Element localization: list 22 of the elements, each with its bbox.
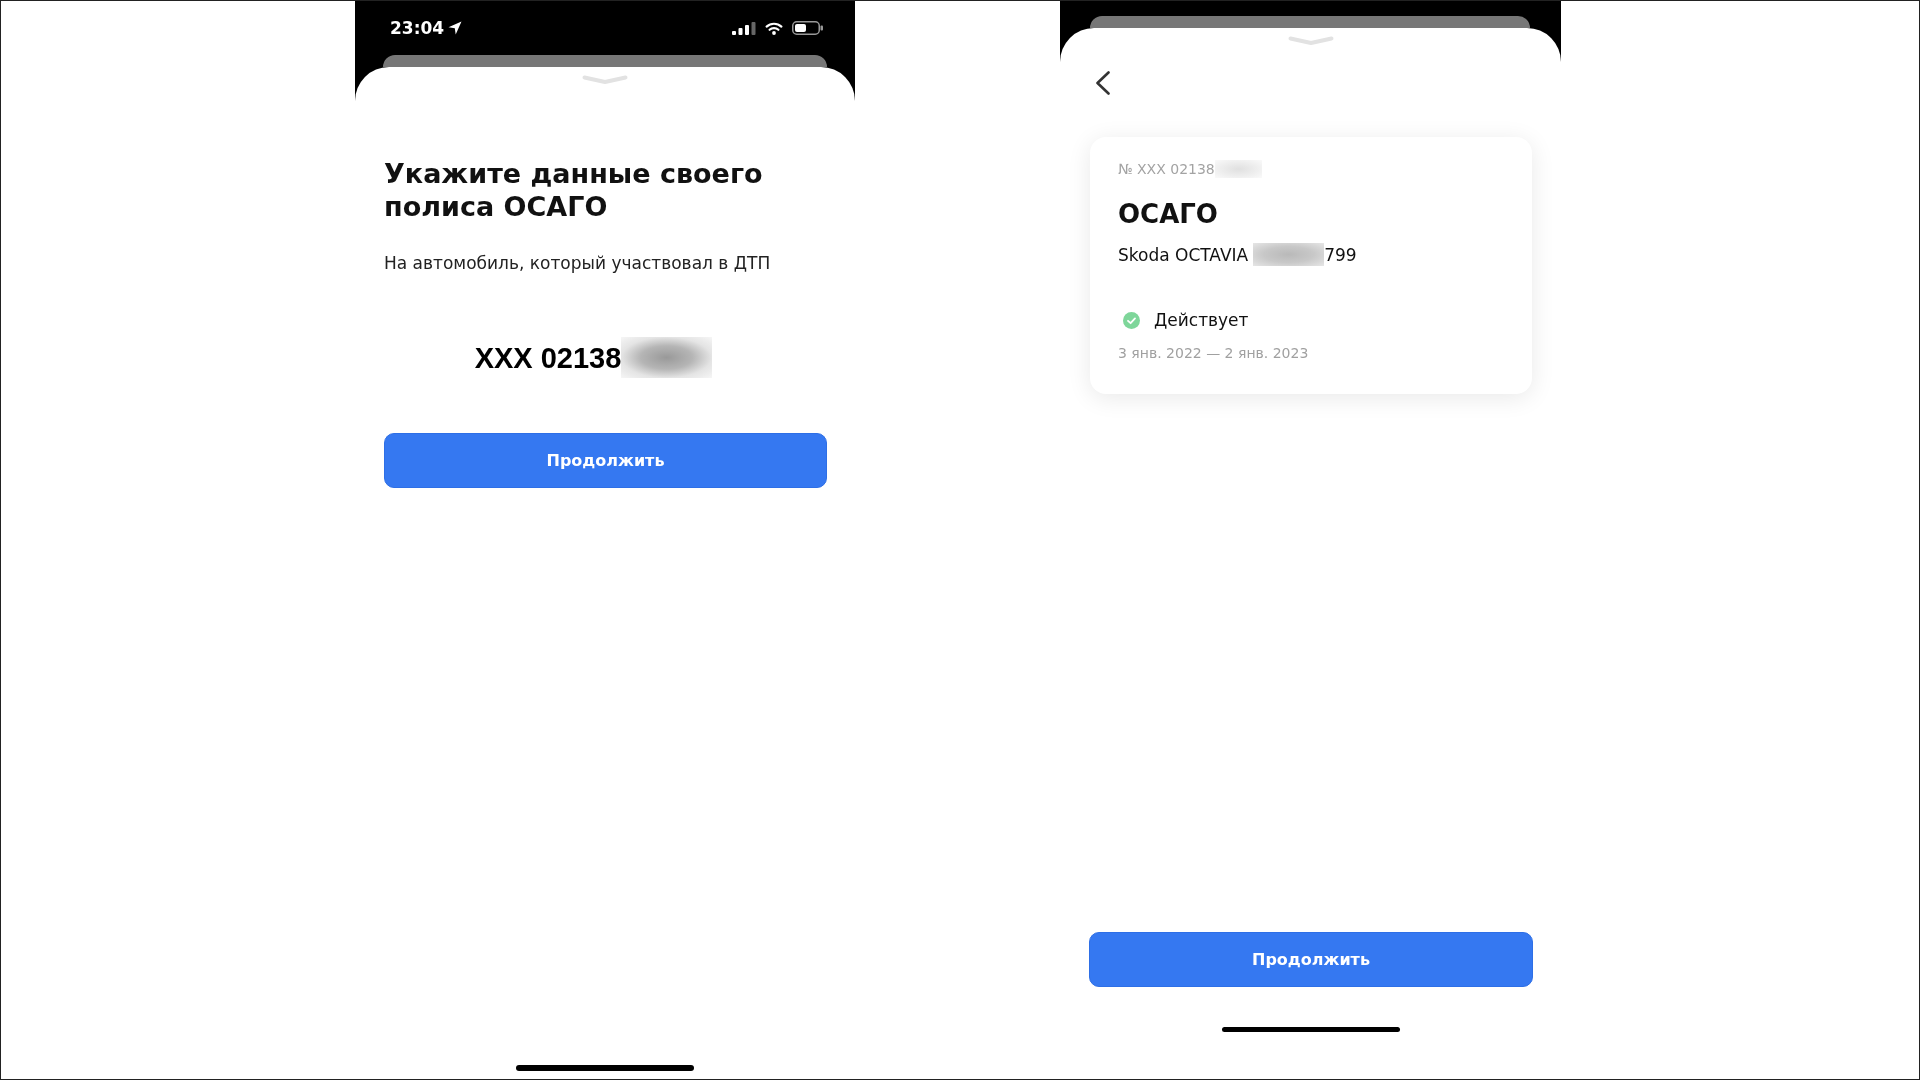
drag-handle-icon[interactable] [582,75,628,85]
plate-suffix: 799 [1324,243,1357,266]
continue-button[interactable]: Продолжить [384,433,827,488]
signal-icon [732,21,756,35]
redaction-blur [1253,243,1325,266]
policy-period: 3 янв. 2022 — 2 янв. 2023 [1118,344,1310,363]
policy-status: Действует [1154,309,1249,331]
status-time: 23:04 [390,18,445,38]
policy-number-label: № XXX 02138 [1118,160,1215,179]
location-arrow-icon [448,21,463,35]
policy-type-title: ОСАГО [1118,198,1219,230]
continue-button[interactable]: Продолжить [1089,932,1533,987]
vehicle-name: Skoda OCTAVIA [1118,243,1249,266]
page-subtitle: На автомобиль, который участвовал в ДТП [384,252,772,274]
drag-handle-icon[interactable] [1287,36,1334,46]
battery-icon [792,21,823,35]
page-title: Укажите данные своего полиса ОСАГО [384,157,764,223]
policy-number: XXX 02138 [474,340,622,375]
check-circle-icon [1123,311,1140,329]
back-icon[interactable] [1095,71,1111,95]
redaction-blur [1214,160,1262,178]
wifi-icon [765,21,783,35]
